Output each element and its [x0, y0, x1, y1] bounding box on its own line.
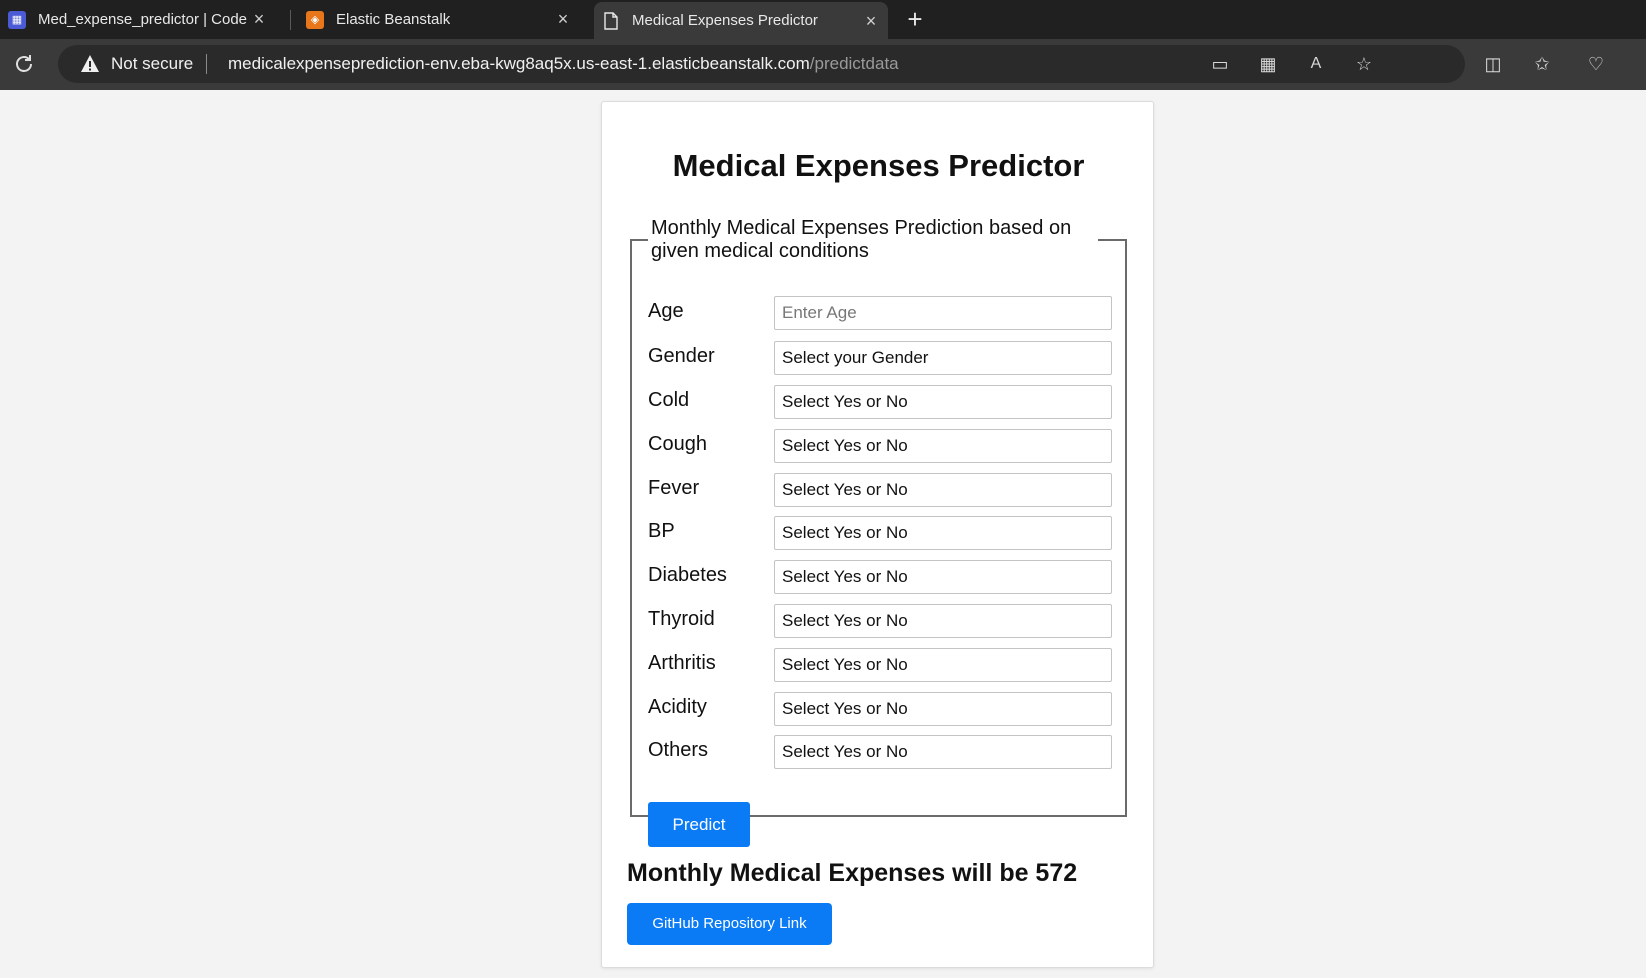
form-legend: Monthly Medical Expenses Prediction base… [651, 217, 1072, 262]
browser-essentials-icon[interactable]: ♡ [1583, 51, 1609, 77]
warning-icon[interactable] [80, 54, 100, 74]
acidity-label: Acidity [648, 696, 707, 718]
predictor-card: Medical Expenses Predictor Monthly Medic… [601, 101, 1154, 968]
thyroid-label: Thyroid [648, 608, 715, 630]
cold-label: Cold [648, 389, 690, 411]
app-available-icon[interactable]: ▭ [1207, 51, 1233, 77]
gender-row: Gender Select your Gender [648, 341, 1118, 375]
close-icon[interactable]: × [250, 10, 268, 28]
diabetes-select[interactable]: Select Yes or No [774, 560, 1112, 594]
page-title: Medical Expenses Predictor [672, 148, 1085, 183]
predict-button[interactable]: Predict [648, 802, 750, 847]
cough-label: Cough [648, 433, 707, 455]
fever-row: Fever Select Yes or No [648, 473, 1118, 507]
acidity-row: Acidity Select Yes or No [648, 692, 1118, 726]
cold-row: Cold Select Yes or No [648, 385, 1118, 419]
tab-separator [290, 10, 291, 30]
page-icon [602, 11, 620, 30]
cough-row: Cough Select Yes or No [648, 429, 1118, 463]
security-status[interactable]: Not secure [111, 54, 193, 74]
diabetes-row: Diabetes Select Yes or No [648, 560, 1118, 594]
diabetes-label: Diabetes [648, 564, 727, 586]
tab-codepipeline[interactable]: ▦ Med_expense_predictor | CodePi × [0, 0, 276, 39]
thyroid-select[interactable]: Select Yes or No [774, 604, 1112, 638]
close-icon[interactable]: × [554, 10, 572, 28]
age-input[interactable]: Enter Age [774, 296, 1112, 330]
url-host: medicalexpenseprediction-env.eba-kwg8aq5… [228, 54, 810, 73]
split-screen-icon[interactable]: ◫ [1480, 51, 1506, 77]
address-bar[interactable]: Not secure medicalexpenseprediction-env.… [58, 45, 1465, 83]
arthritis-select[interactable]: Select Yes or No [774, 648, 1112, 682]
elastic-beanstalk-icon: ◈ [306, 10, 324, 29]
age-row: Age Enter Age [648, 296, 1118, 330]
tab-medical-expenses-predictor[interactable]: Medical Expenses Predictor × [594, 2, 888, 39]
prediction-result: Monthly Medical Expenses will be 572 [627, 859, 1078, 887]
arthritis-label: Arthritis [648, 652, 716, 674]
tab-title: Med_expense_predictor | CodePi [38, 11, 248, 28]
cough-select[interactable]: Select Yes or No [774, 429, 1112, 463]
bp-row: BP Select Yes or No [648, 516, 1118, 550]
tab-elastic-beanstalk[interactable]: ◈ Elastic Beanstalk × [298, 0, 580, 39]
gender-select[interactable]: Select your Gender [774, 341, 1112, 375]
others-select[interactable]: Select Yes or No [774, 735, 1112, 769]
gender-label: Gender [648, 345, 715, 367]
bp-select[interactable]: Select Yes or No [774, 516, 1112, 550]
tab-title: Medical Expenses Predictor [632, 12, 818, 29]
codepipeline-icon: ▦ [8, 10, 26, 29]
browser-toolbar: Not secure medicalexpenseprediction-env.… [0, 39, 1646, 90]
new-tab-icon[interactable]: + [902, 6, 928, 32]
acidity-select[interactable]: Select Yes or No [774, 692, 1112, 726]
favorite-star-icon[interactable]: ☆ [1351, 51, 1377, 77]
favorites-icon[interactable]: ✩ [1529, 51, 1555, 77]
qr-code-icon[interactable]: ▦ [1255, 51, 1281, 77]
url-separator [206, 54, 207, 74]
thyroid-row: Thyroid Select Yes or No [648, 604, 1118, 638]
close-icon[interactable]: × [862, 12, 880, 30]
bp-label: BP [648, 520, 675, 542]
url-text[interactable]: medicalexpenseprediction-env.eba-kwg8aq5… [228, 54, 899, 74]
others-label: Others [648, 739, 709, 761]
reload-icon[interactable] [12, 52, 36, 76]
url-path: /predictdata [809, 54, 899, 73]
fever-select[interactable]: Select Yes or No [774, 473, 1112, 507]
cold-select[interactable]: Select Yes or No [774, 385, 1112, 419]
age-label: Age [648, 300, 684, 322]
github-repository-link-button[interactable]: GitHub Repository Link [627, 903, 832, 945]
others-row: Others Select Yes or No [648, 735, 1118, 769]
prediction-form: Monthly Medical Expenses Prediction base… [630, 217, 1127, 847]
tab-title: Elastic Beanstalk [336, 11, 451, 28]
tab-strip: ▦ Med_expense_predictor | CodePi × ◈ Ela… [0, 0, 1646, 39]
fever-label: Fever [648, 477, 700, 499]
arthritis-row: Arthritis Select Yes or No [648, 648, 1118, 682]
read-aloud-icon[interactable]: A [1303, 51, 1329, 77]
